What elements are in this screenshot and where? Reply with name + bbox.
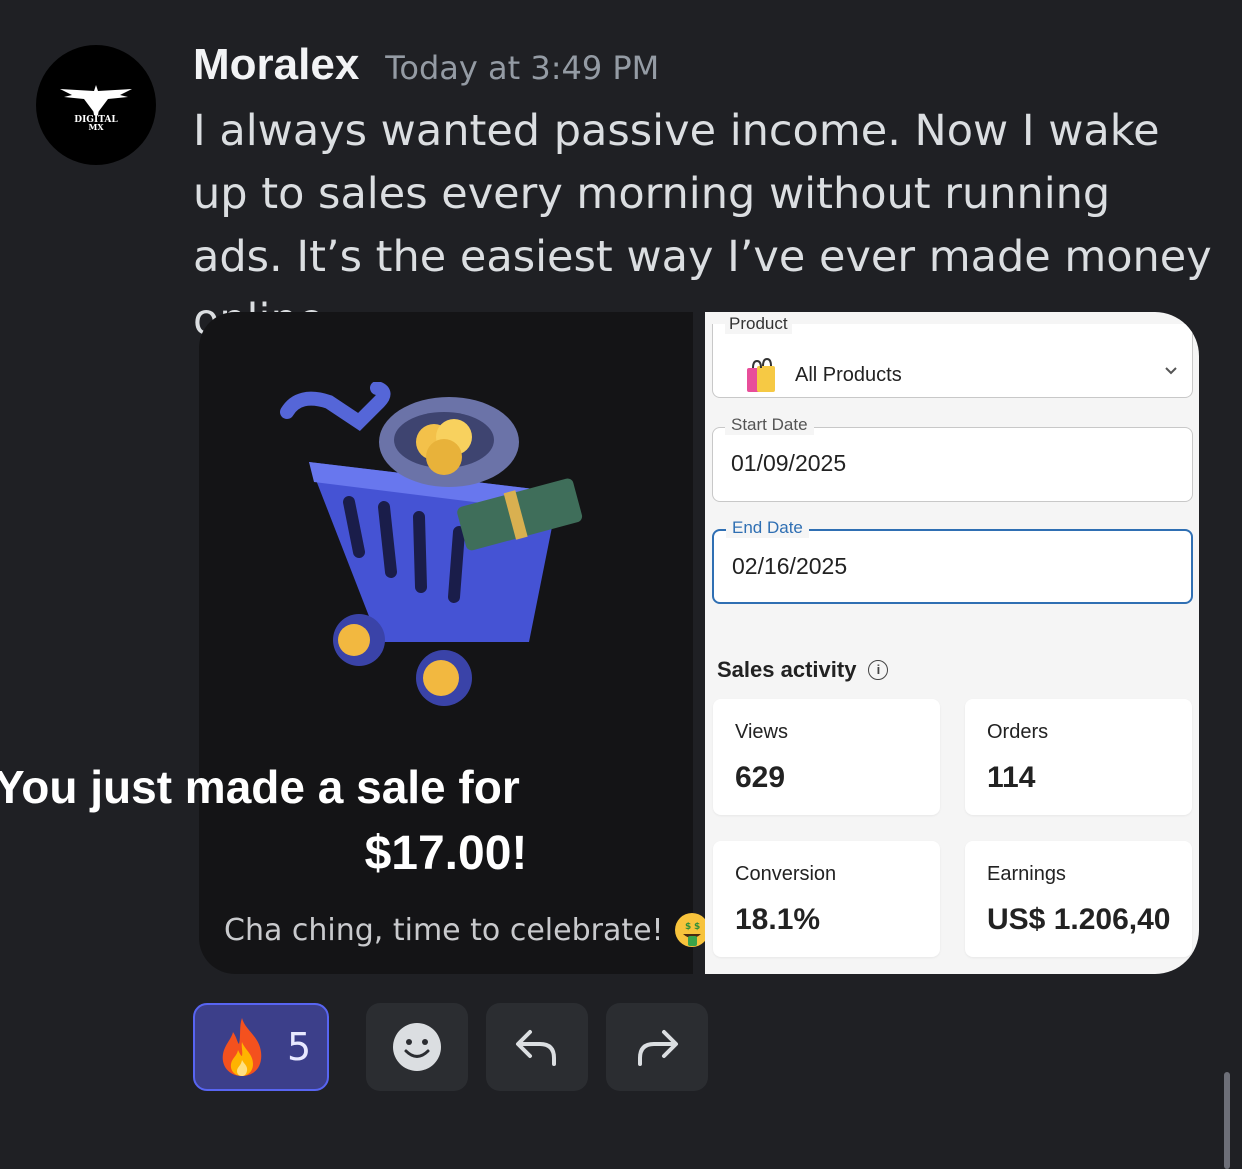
avatar-text-2: MX [88,122,104,132]
sales-dashboard-screenshot: All Products Product Start Date 01/09/20… [705,312,1199,974]
username[interactable]: Moralex [193,40,359,90]
stat-card-orders: Orders 114 [965,699,1192,815]
stat-label: Views [735,721,788,743]
fire-reaction-button[interactable]: 5 [193,1003,329,1091]
end-date-value: 02/16/2025 [732,553,848,579]
stat-card-views: Views 629 [713,699,940,815]
end-date-field[interactable]: End Date 02/16/2025 [712,518,1193,604]
sale-subtitle: Cha ching, time to celebrate! $ $ [224,912,710,948]
shopping-cart-icon [280,382,583,706]
end-date-label: End Date [726,518,809,538]
stat-value: US$ 1.206,40 [987,903,1171,936]
forward-button[interactable] [606,1003,708,1091]
fire-reaction-count: 5 [287,1025,312,1069]
add-reaction-icon [393,1023,441,1071]
stat-label: Conversion [735,863,837,885]
sale-subtitle-text: Cha ching, time to celebrate! [224,912,664,948]
info-icon[interactable] [868,660,889,680]
svg-text:$: $ [685,922,691,932]
shopping-bag-icon [747,358,775,392]
stat-value: 629 [735,761,786,794]
start-date-field[interactable]: Start Date 01/09/2025 [712,415,1193,502]
stat-value: 18.1% [735,903,821,936]
chevron-down-icon[interactable] [1164,366,1178,376]
stat-card-conversion: Conversion 18.1% [713,841,940,957]
reply-button[interactable] [486,1003,588,1091]
sale-title: You just made a sale for [0,761,520,813]
timestamp: Today at 3:49 PM [385,49,660,87]
forward-icon [638,1030,678,1066]
start-date-value: 01/09/2025 [731,450,847,476]
product-value: All Products [795,364,902,386]
stat-label: Orders [987,721,1049,743]
message-header: Moralex Today at 3:49 PM [193,40,659,96]
sale-amount: $17.00! [364,827,528,880]
sales-activity-title: Sales activity [717,657,857,682]
product-select[interactable]: All Products [712,324,1193,398]
fire-icon [222,1018,262,1076]
add-reaction-button[interactable] [366,1003,468,1091]
scrollbar[interactable] [1224,1072,1230,1169]
avatar[interactable]: DIGITAL MX [36,45,156,165]
stat-label: Earnings [987,863,1066,885]
sales-activity-heading: Sales activity [717,657,889,683]
stat-card-earnings: Earnings US$ 1.206,40 [965,841,1192,957]
svg-text:$: $ [694,922,700,932]
start-date-label: Start Date [725,415,814,435]
stat-value: 114 [987,761,1036,794]
product-label: Product [725,314,792,334]
reply-icon [516,1030,556,1066]
eagle-logo-icon: DIGITAL MX [60,85,132,132]
